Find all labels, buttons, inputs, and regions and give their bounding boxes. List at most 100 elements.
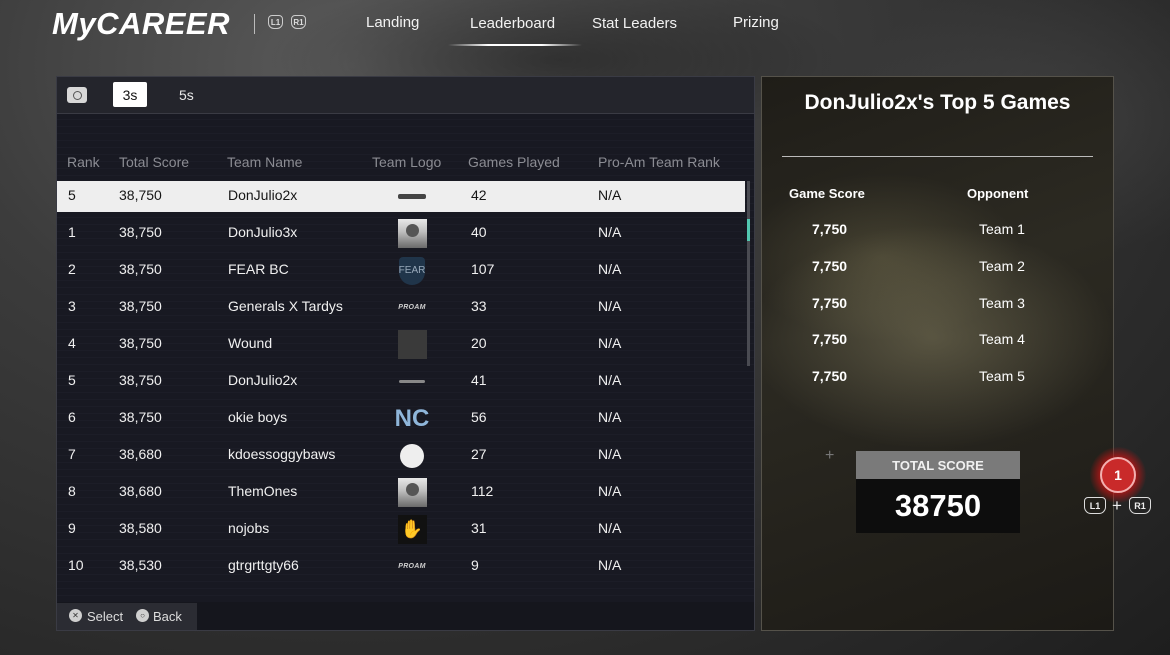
game-score: 7,750: [812, 331, 848, 347]
notification-badge-icon[interactable]: 1: [1100, 457, 1136, 493]
tab-5s[interactable]: 5s: [179, 87, 194, 103]
game-opponent: Team 4: [979, 331, 1025, 347]
team-name-cell: DonJulio2x: [228, 187, 298, 203]
table-row[interactable]: 6 38,750 okie boys NC 56 N/A: [57, 403, 745, 434]
rank-cell: 4: [68, 335, 76, 351]
team-name-cell: DonJulio3x: [228, 224, 298, 240]
team-name-cell: kdoessoggybaws: [228, 446, 336, 462]
team-logo: [397, 478, 427, 507]
team-name-cell: Generals X Tardys: [228, 298, 343, 314]
table-row[interactable]: 1 38,750 DonJulio3x 40 N/A: [57, 218, 745, 249]
l1-button-icon: L1: [1084, 497, 1106, 514]
proam-rank-cell: N/A: [598, 187, 622, 203]
game-opponent: Team 2: [979, 258, 1025, 274]
score-cell: 38,750: [119, 224, 162, 240]
select-hint[interactable]: Select: [87, 609, 123, 624]
games-cell: 112: [471, 483, 494, 499]
top5-divider: [782, 156, 1093, 157]
logo-divider: [254, 14, 255, 34]
mycareer-logo: MyCAREER: [52, 6, 230, 41]
rank-cell: 6: [68, 409, 76, 425]
games-cell: 9: [471, 557, 479, 573]
l1-bumper-icon[interactable]: L1: [268, 15, 283, 29]
header-game-score: Game Score: [789, 186, 865, 201]
back-hint[interactable]: Back: [153, 609, 182, 624]
total-score-label: TOTAL SCORE: [856, 451, 1020, 479]
circle-button-icon[interactable]: [67, 87, 87, 103]
button-hints: ✕ Select ○ Back: [57, 603, 197, 630]
games-cell: 27: [471, 446, 487, 462]
rank-cell: 8: [68, 483, 76, 499]
total-score-value: 38750: [856, 479, 1020, 533]
tab-landing[interactable]: Landing: [366, 14, 419, 31]
rank-cell: 10: [68, 557, 84, 573]
score-cell: 38,750: [119, 298, 162, 314]
score-cell: 38,750: [119, 261, 162, 277]
header-total-score: Total Score: [119, 154, 190, 170]
header-team-name: Team Name: [227, 154, 303, 170]
games-cell: 31: [471, 520, 487, 536]
table-row[interactable]: 5 38,750 DonJulio2x 41 N/A: [57, 366, 745, 397]
team-logo: NC: [394, 404, 430, 432]
team-logo: PROAM: [398, 563, 426, 570]
score-cell: 38,530: [119, 557, 162, 573]
team-logo: [397, 219, 427, 248]
r1-bumper-icon[interactable]: R1: [291, 15, 306, 29]
scrollbar-thumb[interactable]: [747, 219, 750, 241]
games-cell: 56: [471, 409, 487, 425]
score-cell: 38,750: [119, 335, 162, 351]
proam-rank-cell: N/A: [598, 335, 622, 351]
header-proam-rank: Pro-Am Team Rank: [598, 154, 720, 170]
table-row[interactable]: 9 38,580 nojobs ✋ 31 N/A: [57, 514, 745, 545]
score-cell: 38,680: [119, 446, 162, 462]
proam-rank-cell: N/A: [598, 372, 622, 388]
r1-button-icon: R1: [1129, 497, 1151, 514]
header-rank: Rank: [67, 154, 100, 170]
tab-prizing[interactable]: Prizing: [733, 14, 779, 31]
games-cell: 41: [471, 372, 487, 388]
proam-rank-cell: N/A: [598, 261, 622, 277]
table-row[interactable]: 4 38,750 Wound 20 N/A: [57, 329, 745, 360]
rank-cell: 5: [68, 187, 76, 203]
team-name-cell: DonJulio2x: [228, 372, 298, 388]
team-logo: [397, 441, 427, 470]
leaderboard-panel: 3s 5s Rank Total Score Team Name Team Lo…: [56, 76, 755, 631]
decorative-plus-icon: +: [825, 447, 835, 464]
cross-button-icon: ✕: [69, 609, 82, 622]
header-team-logo: Team Logo: [372, 154, 442, 170]
table-row[interactable]: 8 38,680 ThemOnes 112 N/A: [57, 477, 745, 508]
proam-rank-cell: N/A: [598, 298, 622, 314]
score-cell: 38,680: [119, 483, 162, 499]
team-logo: PROAM: [398, 304, 426, 311]
rank-cell: 7: [68, 446, 76, 462]
table-row[interactable]: 10 38,530 gtrgrttgty66 PROAM 9 N/A: [57, 551, 745, 582]
game-score: 7,750: [812, 221, 848, 237]
top5-title: DonJulio2x's Top 5 Games: [804, 91, 1071, 114]
table-row[interactable]: 2 38,750 FEAR BC FEAR 107 N/A: [57, 255, 745, 286]
score-cell: 38,750: [119, 409, 162, 425]
score-cell: 38,750: [119, 187, 162, 203]
table-row[interactable]: 5 38,750 DonJulio2x 42 N/A: [57, 181, 745, 212]
tab-3s[interactable]: 3s: [113, 82, 147, 107]
tab-stat-leaders[interactable]: Stat Leaders: [592, 15, 677, 32]
tab-leaderboard[interactable]: Leaderboard: [470, 15, 555, 32]
game-score: 7,750: [812, 368, 848, 384]
scrollbar-track[interactable]: [747, 181, 750, 366]
filter-bar: 3s 5s: [57, 77, 754, 114]
circle-button-icon: ○: [136, 609, 149, 622]
rank-cell: 5: [68, 372, 76, 388]
team-logo: [397, 367, 427, 396]
team-name-cell: FEAR BC: [228, 261, 289, 277]
game-opponent: Team 3: [979, 295, 1025, 311]
games-cell: 20: [471, 335, 487, 351]
table-row[interactable]: 7 38,680 kdoessoggybaws 27 N/A: [57, 440, 745, 471]
table-row[interactable]: 3 38,750 Generals X Tardys PROAM 33 N/A: [57, 292, 745, 323]
active-tab-indicator: [448, 44, 582, 46]
proam-rank-cell: N/A: [598, 557, 622, 573]
leaderboard-table: Rank Total Score Team Name Team Logo Gam…: [57, 114, 754, 602]
team-name-cell: nojobs: [228, 520, 270, 536]
games-cell: 33: [471, 298, 487, 314]
rank-cell: 9: [68, 520, 76, 536]
score-cell: 38,750: [119, 372, 162, 388]
proam-rank-cell: N/A: [598, 446, 622, 462]
